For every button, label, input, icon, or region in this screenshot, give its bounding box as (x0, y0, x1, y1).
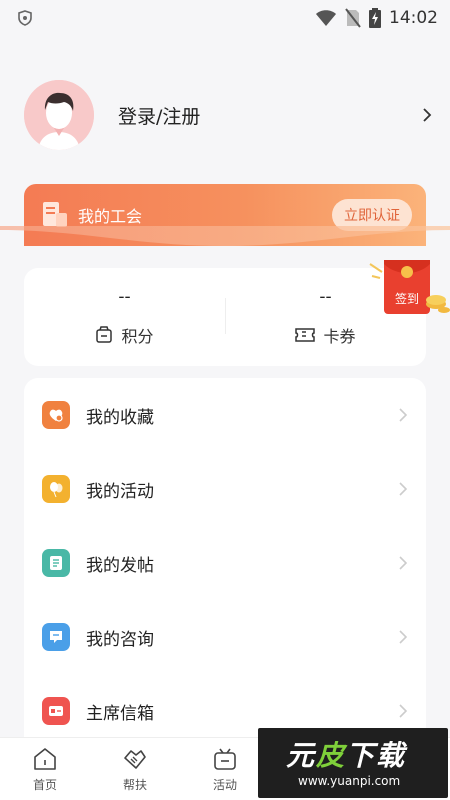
cards-value: -- (319, 287, 332, 307)
status-bar: 14:02 (0, 0, 450, 36)
ticket-icon (295, 328, 316, 342)
points-bag-icon (96, 326, 113, 343)
sign-in-label: 签到 (395, 292, 420, 306)
chevron-right-icon (399, 556, 408, 570)
chevron-right-icon (399, 408, 408, 422)
menu-label: 主席信箱 (86, 703, 154, 724)
menu-item-posts[interactable]: 我的发帖 (24, 526, 426, 600)
sign-in-button[interactable]: 签到 (366, 256, 450, 318)
red-envelope-icon (369, 260, 450, 314)
menu-label: 我的咨询 (86, 629, 154, 650)
chevron-right-icon (399, 704, 408, 718)
activity-icon (214, 748, 236, 770)
balloon-icon (42, 475, 70, 503)
tab-label: 帮扶 (122, 777, 147, 792)
handshake-icon (124, 749, 146, 769)
login-register-label[interactable]: 登录/注册 (118, 102, 420, 129)
chat-icon (42, 623, 70, 651)
home-icon (34, 747, 56, 770)
shield-icon (18, 10, 32, 26)
chevron-right-icon (399, 630, 408, 644)
tab-help[interactable]: 帮扶 (90, 738, 180, 800)
points-label-row: 积分 (95, 323, 154, 347)
menu-label: 我的活动 (86, 481, 154, 502)
chevron-right-icon[interactable] (420, 108, 434, 122)
menu-label: 我的收藏 (86, 407, 154, 428)
menu-item-consultations[interactable]: 我的咨询 (24, 600, 426, 674)
watermark-logo: 元皮下载 www.yuanpi.com (258, 728, 448, 798)
avatar[interactable] (24, 80, 94, 150)
menu-label: 我的发帖 (86, 555, 154, 576)
watermark-url: www.yuanpi.com (298, 774, 401, 788)
menu-list: 我的收藏 我的活动 我的发帖 我的咨询 主席信箱 (24, 378, 426, 738)
status-time: 14:02 (389, 8, 438, 28)
profile-login-row[interactable]: 登录/注册 (24, 78, 434, 152)
points-divider (225, 298, 226, 334)
wifi-icon (316, 10, 336, 26)
tab-label: 首页 (32, 777, 57, 792)
chevron-right-icon (399, 482, 408, 496)
union-title: 我的工会 (78, 207, 143, 226)
points-column[interactable]: -- 积分 (24, 268, 225, 366)
points-label: 积分 (121, 327, 154, 346)
points-value: -- (118, 287, 131, 307)
default-avatar-icon (24, 80, 94, 150)
heart-plus-icon (42, 401, 70, 429)
document-icon (42, 549, 70, 577)
battery-charging-icon (369, 8, 381, 28)
menu-item-favorites[interactable]: 我的收藏 (24, 378, 426, 452)
watermark-title: 元皮下载 (286, 739, 407, 772)
tab-home[interactable]: 首页 (0, 738, 90, 800)
tab-label: 活动 (212, 777, 237, 792)
menu-item-activities[interactable]: 我的活动 (24, 452, 426, 526)
mailbox-icon (42, 697, 70, 725)
cards-label-row: 卡券 (295, 323, 356, 347)
tab-activity[interactable]: 活动 (180, 738, 270, 800)
no-sim-icon (345, 8, 361, 28)
cards-label: 卡券 (323, 327, 356, 346)
union-doc-icon (43, 202, 67, 227)
